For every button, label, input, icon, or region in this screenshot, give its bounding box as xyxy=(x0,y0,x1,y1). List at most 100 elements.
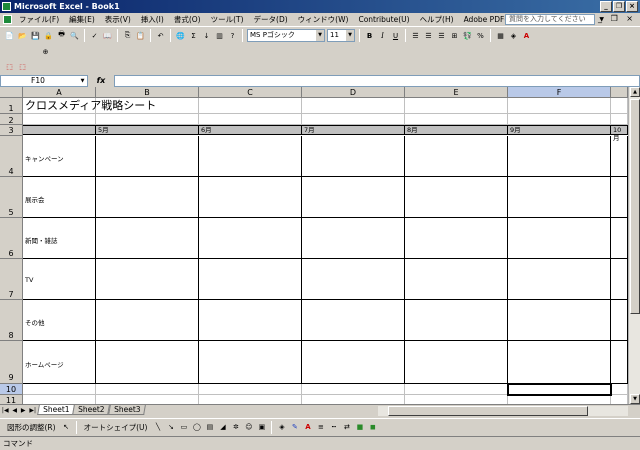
name-box[interactable]: F10 ▼ xyxy=(0,74,88,87)
menu-contribute[interactable]: Contribute(U) xyxy=(353,13,414,26)
font-size-select[interactable]: 11 ▼ xyxy=(327,29,355,42)
formula-input[interactable] xyxy=(114,74,640,87)
cell-g10[interactable] xyxy=(611,384,628,395)
borders-icon[interactable]: ▦ xyxy=(495,30,506,41)
menu-file[interactable]: ファイル(F) xyxy=(14,13,64,26)
chevron-down-icon[interactable]: ▼ xyxy=(316,30,324,41)
undo-icon[interactable]: ↶ xyxy=(155,30,166,41)
draw-menu-button[interactable]: 図形の調整(R) xyxy=(4,422,59,433)
scroll-up-icon[interactable]: ▲ xyxy=(630,87,640,97)
cell-d7[interactable] xyxy=(302,259,405,300)
cell-g11[interactable] xyxy=(611,395,628,404)
menu-data[interactable]: データ(D) xyxy=(249,13,293,26)
cell-e8[interactable] xyxy=(405,300,508,341)
maximize-button[interactable]: ❐ xyxy=(613,1,625,12)
dash-style-icon[interactable]: ┅ xyxy=(328,422,339,433)
print-icon[interactable]: 🖶 xyxy=(56,30,67,41)
cell-e10[interactable] xyxy=(405,384,508,395)
new-file-icon[interactable]: 📄 xyxy=(4,30,15,41)
cell-b11[interactable] xyxy=(96,395,199,404)
currency-icon[interactable]: 💱 xyxy=(462,30,473,41)
row-header-3[interactable]: 3 xyxy=(0,125,23,136)
menu-window[interactable]: ウィンドウ(W) xyxy=(293,13,354,26)
document-icon[interactable] xyxy=(3,15,12,24)
select-objects-icon[interactable]: ↖ xyxy=(61,422,72,433)
row-header-7[interactable]: 7 xyxy=(0,259,23,300)
arrow-icon[interactable]: ↘ xyxy=(165,422,176,433)
wordart-icon[interactable]: ◢ xyxy=(217,422,228,433)
bold-button[interactable]: B xyxy=(364,30,375,41)
cell-d5[interactable] xyxy=(302,177,405,218)
column-header-f[interactable]: F xyxy=(508,87,611,98)
cell-c2[interactable] xyxy=(199,114,302,125)
line-icon[interactable]: ╲ xyxy=(152,422,163,433)
row-header-2[interactable]: 2 xyxy=(0,114,23,125)
row-header-8[interactable]: 8 xyxy=(0,300,23,341)
row-header-6[interactable]: 6 xyxy=(0,218,23,259)
minimize-button[interactable]: _ xyxy=(600,1,612,12)
cell-e6[interactable] xyxy=(405,218,508,259)
cell-g8[interactable] xyxy=(611,300,628,341)
paste-icon[interactable]: 📋 xyxy=(135,30,146,41)
arrow-style-icon[interactable]: ⇄ xyxy=(341,422,352,433)
align-center-icon[interactable]: ☰ xyxy=(423,30,434,41)
cell-b4[interactable] xyxy=(96,136,199,177)
menu-view[interactable]: 表示(V) xyxy=(100,13,136,26)
chevron-down-icon[interactable]: ▼ xyxy=(346,30,354,41)
cell-f8[interactable] xyxy=(508,300,611,341)
cell-b10[interactable] xyxy=(96,384,199,395)
fill-color-icon[interactable]: ◈ xyxy=(276,422,287,433)
cell-a10[interactable] xyxy=(23,384,96,395)
cell-g4[interactable] xyxy=(611,136,628,177)
line-color-icon[interactable]: ✎ xyxy=(289,422,300,433)
vertical-scroll-thumb[interactable] xyxy=(630,99,640,314)
research-icon[interactable]: 📖 xyxy=(102,30,113,41)
convert-to-pdf-icon[interactable]: ⬚ xyxy=(4,62,15,73)
cell-f4[interactable] xyxy=(508,136,611,177)
next-sheet-icon[interactable]: ▶ xyxy=(21,407,26,414)
cell-c10[interactable] xyxy=(199,384,302,395)
cell-b5[interactable] xyxy=(96,177,199,218)
select-all-corner[interactable] xyxy=(0,87,23,98)
cell-c8[interactable] xyxy=(199,300,302,341)
permission-icon[interactable]: 🔒 xyxy=(43,30,54,41)
column-header-c[interactable]: C xyxy=(199,87,302,98)
cell-f6[interactable] xyxy=(508,218,611,259)
workbook-window-controls[interactable]: _ ❐ × xyxy=(598,14,636,23)
prev-sheet-icon[interactable]: ◀ xyxy=(12,407,17,414)
cell-d2[interactable] xyxy=(302,114,405,125)
tab-sheet3[interactable]: Sheet3 xyxy=(108,405,147,415)
cell-a7[interactable] xyxy=(23,259,96,300)
rectangle-icon[interactable]: ▭ xyxy=(178,422,189,433)
menu-help[interactable]: ヘルプ(H) xyxy=(415,13,459,26)
cell-g6[interactable] xyxy=(611,218,628,259)
cell-g1[interactable] xyxy=(611,98,628,114)
align-left-icon[interactable]: ☰ xyxy=(410,30,421,41)
cell-g7[interactable] xyxy=(611,259,628,300)
print-preview-icon[interactable]: 🔍 xyxy=(69,30,80,41)
cell-f9[interactable] xyxy=(508,341,611,384)
cell-b2[interactable] xyxy=(96,114,199,125)
cell-c7[interactable] xyxy=(199,259,302,300)
diagram-icon[interactable]: ✲ xyxy=(230,422,241,433)
tab-sheet2[interactable]: Sheet2 xyxy=(72,405,111,415)
cell-c6[interactable] xyxy=(199,218,302,259)
row-header-1[interactable]: 1 xyxy=(0,98,23,114)
underline-button[interactable]: U xyxy=(390,30,401,41)
cell-b7[interactable] xyxy=(96,259,199,300)
cell-c11[interactable] xyxy=(199,395,302,404)
worksheet-grid[interactable]: A B C D E F 1 2 3 4 5 6 7 8 9 10 11 クロスメ… xyxy=(0,87,628,404)
column-header-b[interactable]: B xyxy=(96,87,199,98)
cell-e1[interactable] xyxy=(405,98,508,114)
column-header-e[interactable]: E xyxy=(405,87,508,98)
spelling-icon[interactable]: ✓ xyxy=(89,30,100,41)
web-toolbar-icon[interactable]: ⊕ xyxy=(40,47,51,58)
font-color-icon[interactable]: A xyxy=(302,422,313,433)
vertical-scrollbar[interactable]: ▲ ▼ xyxy=(628,87,640,404)
cell-d10[interactable] xyxy=(302,384,405,395)
horizontal-scroll-thumb[interactable] xyxy=(388,406,588,416)
help-search-input[interactable]: 質問を入力してください xyxy=(505,14,595,25)
cell-e7[interactable] xyxy=(405,259,508,300)
menu-insert[interactable]: 挿入(I) xyxy=(136,13,169,26)
month-header[interactable]: 9月 xyxy=(508,125,611,135)
